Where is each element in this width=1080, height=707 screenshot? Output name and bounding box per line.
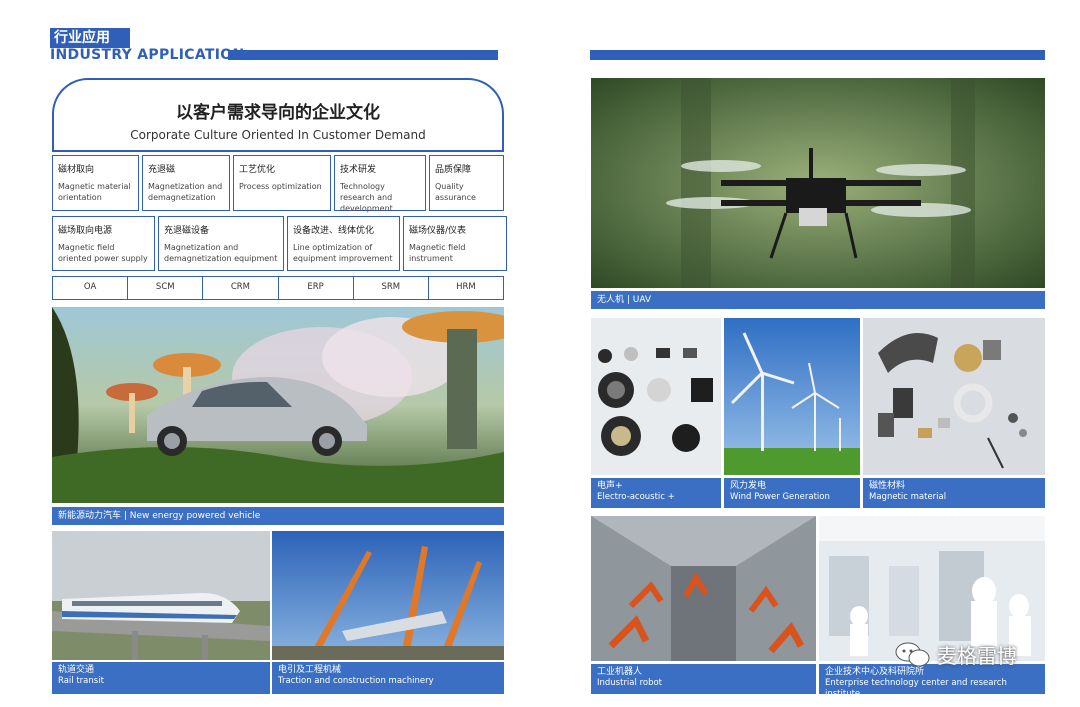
header-rule-right xyxy=(590,50,1045,60)
header-rule-left xyxy=(228,50,498,60)
traction-photo xyxy=(272,531,504,660)
wind-caption: 风力发电 Wind Power Generation xyxy=(724,478,860,508)
system-crm: CRM xyxy=(203,277,279,299)
service-row-2: 磁场取向电源 Magnetic field oriented power supp… xyxy=(52,216,507,271)
wechat-icon xyxy=(895,642,930,666)
system-srm: SRM xyxy=(354,277,429,299)
ev-caption: 新能源动力汽车 | New energy powered vehicle xyxy=(52,507,504,525)
equipment-cell: 充退磁设备 Magnetization and demagnetization e… xyxy=(158,216,284,271)
rail-photo xyxy=(52,531,270,660)
service-cell: 充退磁 Magnetization and demagnetization xyxy=(142,155,230,211)
service-cell: 技术研发 Technology research and development xyxy=(334,155,426,213)
system-scm: SCM xyxy=(128,277,204,299)
equipment-cell: 设备改进、线体优化 Line optimization of equipment … xyxy=(287,216,400,271)
culture-divider xyxy=(52,150,504,152)
traction-caption: 电引及工程机械 Traction and construction machine… xyxy=(272,662,504,694)
magnet-photo xyxy=(863,318,1045,475)
robot-photo xyxy=(591,516,816,661)
section-title-zh: 行业应用 xyxy=(50,28,130,48)
acoustic-caption: 电声+ Electro-acoustic + xyxy=(591,478,721,508)
service-row-1: 磁材取向 Magnetic material orientation 充退磁 Mag… xyxy=(52,155,504,213)
section-title-en: INDUSTRY APPLICATION xyxy=(50,47,245,63)
equipment-cell: 磁场取向电源 Magnetic field oriented power supp… xyxy=(52,216,155,271)
culture-title-en: Corporate Culture Oriented In Customer D… xyxy=(130,128,426,142)
equipment-cell: 磁场仪器/仪表 Magnetic field instrument xyxy=(403,216,507,271)
systems-row: OA SCM CRM ERP SRM HRM xyxy=(52,276,504,300)
culture-title-zh: 以客户需求导向的企业文化 xyxy=(176,103,380,123)
watermark-text: 麦格雷博 xyxy=(937,644,1017,668)
magnet-caption: 磁性材料 Magnetic material xyxy=(863,478,1045,508)
ev-illustration xyxy=(52,307,504,503)
uav-photo xyxy=(591,78,1045,288)
uav-caption: 无人机 | UAV xyxy=(591,291,1045,309)
ev-photo xyxy=(52,307,504,503)
service-cell: 工艺优化 Process optimization xyxy=(233,155,331,211)
wind-photo xyxy=(724,318,860,475)
system-hrm: HRM xyxy=(456,282,476,292)
system-oa: OA xyxy=(53,277,129,299)
service-cell: 品质保障 Quality assurance xyxy=(429,155,504,211)
culture-panel: 以客户需求导向的企业文化 Corporate Culture Oriented … xyxy=(52,78,504,150)
robot-caption: 工业机器人 Industrial robot xyxy=(591,664,816,694)
system-erp: ERP xyxy=(279,277,354,299)
wechat-watermark: 麦格雷博 xyxy=(895,640,1017,669)
acoustic-photo xyxy=(591,318,721,475)
service-cell: 磁材取向 Magnetic material orientation xyxy=(52,155,139,211)
rail-caption: 轨道交通 Rail transit xyxy=(52,662,270,694)
